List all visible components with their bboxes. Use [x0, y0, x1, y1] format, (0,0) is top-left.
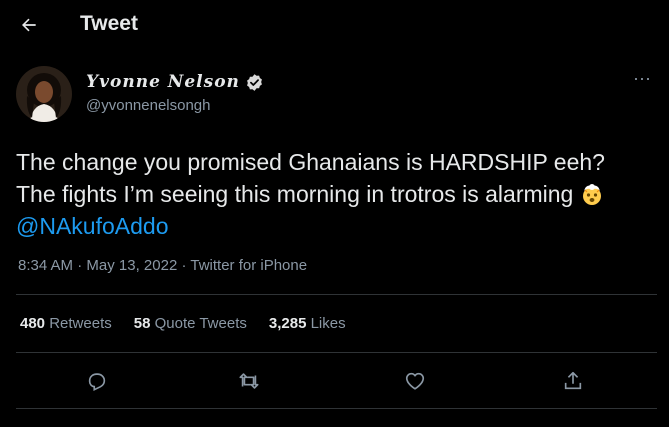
share-icon — [564, 371, 582, 390]
retweets-count: 480 — [20, 315, 46, 332]
tweet-header: Tweet — [0, 0, 669, 52]
like-icon — [405, 372, 425, 390]
tweet-body: The change you promised Ghanaians is HAR… — [16, 149, 618, 207]
like-button[interactable] — [398, 364, 432, 398]
page-title: Tweet — [80, 12, 138, 35]
verified-badge-icon — [246, 73, 262, 91]
tweet-text: The change you promised Ghanaians is HAR… — [16, 146, 656, 242]
mention-link[interactable]: @NAkufoAddo — [16, 213, 169, 239]
retweets-stat[interactable]: 480 Retweets — [20, 315, 112, 332]
author-handle[interactable]: @yvonnenelsongh — [86, 97, 210, 114]
avatar[interactable] — [16, 66, 72, 122]
tweet-date[interactable]: May 13, 2022 — [86, 257, 177, 274]
meta-separator: · — [177, 257, 191, 274]
quotes-count: 58 — [133, 315, 151, 332]
tweet-author: Yvonne Nelson @yvonnenelsongh ··· — [16, 66, 656, 130]
tweet-meta: 8:34 AM · May 13, 2022 · Twitter for iPh… — [18, 257, 307, 274]
retweet-button[interactable] — [232, 364, 266, 398]
divider — [16, 352, 657, 353]
share-button[interactable] — [556, 364, 590, 398]
arrow-left-icon — [22, 18, 36, 32]
tweet-actions — [0, 360, 669, 404]
divider — [16, 408, 657, 409]
quotes-label: Quote Tweets — [154, 315, 247, 332]
tweet-source[interactable]: Twitter for iPhone — [190, 257, 307, 274]
reply-icon — [88, 373, 106, 392]
tweet-stats: 480 Retweets 58 Quote Tweets 3,285 Likes — [20, 315, 346, 332]
more-options-button[interactable]: ··· — [628, 68, 656, 90]
exploding-head-emoji — [582, 184, 601, 205]
display-name[interactable]: Yvonne Nelson — [86, 72, 240, 92]
more-dots-icon: ··· — [633, 68, 651, 88]
meta-separator: · — [73, 257, 87, 274]
likes-count: 3,285 — [268, 315, 307, 332]
name-row: Yvonne Nelson — [86, 72, 264, 92]
likes-label: Likes — [310, 315, 346, 332]
quote-tweets-stat[interactable]: 58 Quote Tweets — [134, 315, 247, 332]
tweet-time[interactable]: 8:34 AM — [18, 257, 73, 274]
reply-button[interactable] — [80, 364, 114, 398]
likes-stat[interactable]: 3,285 Likes — [269, 315, 346, 332]
retweet-icon — [239, 373, 259, 389]
back-button[interactable] — [12, 8, 46, 42]
retweets-label: Retweets — [49, 315, 112, 332]
divider — [16, 294, 657, 295]
